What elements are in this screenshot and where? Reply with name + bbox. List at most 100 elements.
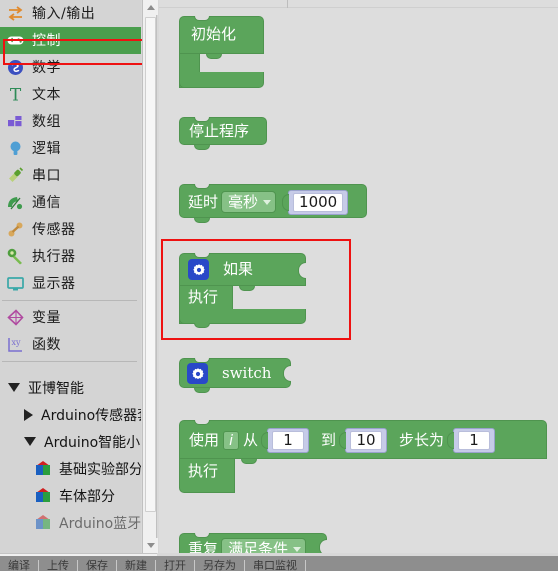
sidebar-vertical-scrollbar[interactable] xyxy=(142,0,158,553)
bottom-toolbar-tabs[interactable]: 编译 上传 保存 新建 打开 另存为 串口监视 xyxy=(0,556,558,571)
chevron-down-icon[interactable] xyxy=(24,437,36,446)
lightbulb-icon xyxy=(5,138,26,159)
tree-item-chassis[interactable]: 车体部分 xyxy=(0,482,141,509)
actuator-icon xyxy=(5,246,26,267)
antenna-icon xyxy=(5,192,26,213)
bottom-toolbar[interactable]: 编译 上传 保存 新建 打开 另存为 串口监视 xyxy=(0,556,558,571)
sidebar-item-math[interactable]: 数学 xyxy=(0,54,141,81)
tree-item-bluetooth[interactable]: Arduino蓝牙... xyxy=(0,509,141,536)
sidebar-item-variables[interactable]: 变量 xyxy=(0,304,141,331)
category-sidebar[interactable]: 输入/输出 控制 数学 T 文本 数组 逻辑 串口 通信 传感器 执行器 显示器… xyxy=(0,0,141,553)
sidebar-item-label: 数组 xyxy=(32,113,61,130)
tree-item-label: 车体部分 xyxy=(59,488,115,505)
bottom-tab[interactable]: 串口监视 xyxy=(245,560,306,571)
for-to-socket[interactable]: 10 xyxy=(338,428,388,453)
for-from-socket[interactable]: 1 xyxy=(260,428,310,453)
tree-item-basic-exp[interactable]: 基础实验部分 xyxy=(0,455,141,482)
for-to-shadow[interactable]: 10 xyxy=(345,428,388,453)
sidebar-item-functions[interactable]: xy 函数 xyxy=(0,331,141,358)
chevron-right-icon[interactable] xyxy=(24,408,33,421)
block-notch-top xyxy=(194,16,210,21)
block-notch-bottom xyxy=(194,323,210,328)
sidebar-item-text[interactable]: T 文本 xyxy=(0,81,141,108)
block-switch-label: switch xyxy=(222,364,272,382)
sidebar-item-control[interactable]: 控制 xyxy=(0,27,141,54)
gear-icon[interactable] xyxy=(187,363,208,384)
delay-unit-dropdown[interactable]: 毫秒 xyxy=(221,191,277,213)
sidebar-item-io[interactable]: 输入/输出 xyxy=(0,0,141,27)
tree-item-smart-car[interactable]: Arduino智能小车 xyxy=(0,428,141,455)
sidebar-item-serial[interactable]: 串口 xyxy=(0,162,141,189)
serial-plug-icon xyxy=(5,165,26,186)
bottom-tab[interactable]: 打开 xyxy=(156,560,195,571)
gear-icon[interactable] xyxy=(188,259,209,280)
bottom-tab[interactable]: 另存为 xyxy=(195,560,245,571)
for-step-input[interactable]: 1 xyxy=(458,431,491,450)
block-delay[interactable]: 延时 毫秒 1000 xyxy=(179,184,367,223)
delay-value-input[interactable]: 1000 xyxy=(293,192,344,212)
block-for-inner-notch xyxy=(241,459,257,464)
block-flyout[interactable]: 初始化 停止程序 延时 毫秒 1000 如果 执行 switch 使用 i 从 … xyxy=(159,0,558,553)
sidebar-item-label: 执行器 xyxy=(32,248,76,265)
chevron-down-icon[interactable] xyxy=(8,383,20,392)
block-notch-bottom xyxy=(194,218,210,223)
block-stop-label: 停止程序 xyxy=(189,122,250,140)
block-init-header[interactable]: 初始化 xyxy=(179,16,264,54)
block-for-header[interactable]: 使用 i 从 1 到 10 步长为 1 xyxy=(179,420,547,459)
block-stop-program[interactable]: 停止程序 xyxy=(179,117,267,150)
block-notch-top xyxy=(194,253,210,258)
block-if-header[interactable]: 如果 xyxy=(179,253,306,286)
for-variable-field[interactable]: i xyxy=(223,431,240,450)
repeat-mode-dropdown[interactable]: 满足条件 xyxy=(221,538,307,553)
bottom-tab[interactable]: 编译 xyxy=(0,560,39,571)
block-switch-socket[interactable] xyxy=(283,365,291,382)
sidebar-item-display[interactable]: 显示器 xyxy=(0,270,141,297)
flyout-top-divider xyxy=(159,7,558,8)
sidebar-item-label: 通信 xyxy=(32,194,61,211)
block-notch-bottom xyxy=(194,145,210,150)
math-circle-icon xyxy=(5,57,26,78)
bottom-tab[interactable]: 上传 xyxy=(39,560,78,571)
for-step-socket[interactable]: 1 xyxy=(446,428,496,453)
blockly-toolbox-window: 输入/输出 控制 数学 T 文本 数组 逻辑 串口 通信 传感器 执行器 显示器… xyxy=(0,0,558,571)
bottom-tab[interactable]: 保存 xyxy=(78,560,117,571)
sidebar-item-label: 变量 xyxy=(32,309,61,326)
sidebar-item-logic[interactable]: 逻辑 xyxy=(0,135,141,162)
for-from-shadow[interactable]: 1 xyxy=(267,428,310,453)
delay-unit-value: 毫秒 xyxy=(228,192,259,211)
sidebar-item-sensor[interactable]: 传感器 xyxy=(0,216,141,243)
tree-item-sensor-kit[interactable]: Arduino传感器套件 xyxy=(0,401,141,428)
block-for-left-arm[interactable]: 执行 xyxy=(179,459,235,493)
block-init-inner-notch xyxy=(206,54,222,59)
block-switch[interactable]: switch xyxy=(179,358,291,393)
flyout-vertical-divider xyxy=(287,0,288,8)
block-for-step-label: 步长为 xyxy=(399,431,445,449)
block-for-from-label: 从 xyxy=(243,431,259,449)
bottom-tab[interactable]: 新建 xyxy=(117,560,156,571)
scroll-down-arrow-icon[interactable] xyxy=(143,538,158,553)
variable-icon xyxy=(5,307,26,328)
delay-number-shadow[interactable]: 1000 xyxy=(288,189,349,215)
sidebar-item-actuator[interactable]: 执行器 xyxy=(0,243,141,270)
sidebar-scroll-thumb[interactable] xyxy=(145,17,156,512)
block-init-bottom-arm[interactable] xyxy=(179,72,264,88)
block-repeat[interactable]: 重复 满足条件 xyxy=(179,533,327,553)
for-step-shadow[interactable]: 1 xyxy=(453,428,496,453)
repeat-mode-value: 满足条件 xyxy=(228,539,289,553)
sidebar-item-label: 逻辑 xyxy=(32,140,61,157)
tree-item-yabo[interactable]: 亚博智能 xyxy=(0,374,141,401)
block-repeat-socket[interactable] xyxy=(319,539,327,553)
for-from-input[interactable]: 1 xyxy=(272,431,305,450)
block-for-to-label: 到 xyxy=(321,431,337,449)
svg-text:T: T xyxy=(10,86,22,105)
block-if-condition-socket[interactable] xyxy=(298,262,306,279)
block-if-bottom-arm[interactable] xyxy=(179,309,306,328)
sidebar-item-array[interactable]: 数组 xyxy=(0,108,141,135)
tree-item-label: Arduino传感器套件 xyxy=(41,407,141,424)
for-to-input[interactable]: 10 xyxy=(350,431,383,450)
cube-icon xyxy=(35,488,51,503)
sidebar-item-comm[interactable]: 通信 xyxy=(0,189,141,216)
scroll-up-arrow-icon[interactable] xyxy=(143,0,158,15)
delay-value-socket[interactable]: 1000 xyxy=(281,189,349,215)
